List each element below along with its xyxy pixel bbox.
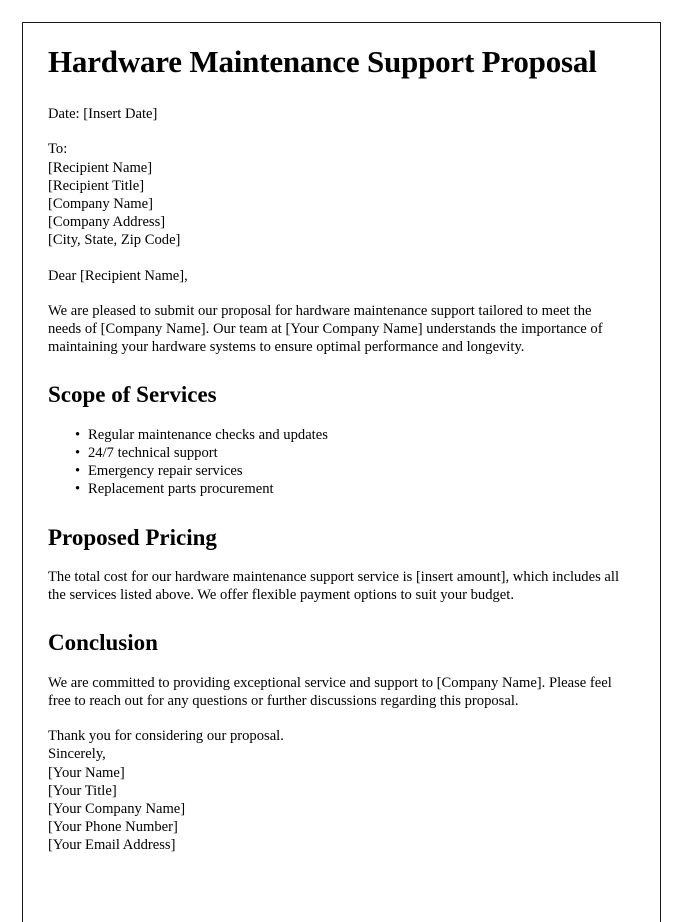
list-item-label: 24/7 technical support (88, 444, 218, 461)
signature-line: [Your Email Address] (48, 837, 176, 854)
signature-line: [Your Title] (48, 782, 117, 799)
list-item: • Emergency repair services (75, 462, 644, 480)
list-item-label: Emergency repair services (88, 463, 243, 480)
scope-service-list: • Regular maintenance checks and updates … (48, 426, 644, 499)
recipient-label: To: (48, 141, 68, 158)
recipient-line: [Recipient Title] (48, 177, 145, 194)
recipient-line: [Company Address] (48, 214, 166, 231)
document-body: Hardware Maintenance Support Proposal Da… (23, 23, 660, 855)
signature-line: [Your Company Name] (48, 801, 186, 818)
salutation: Dear [Recipient Name], (48, 267, 188, 284)
recipient-line: [City, State, Zip Code] (48, 232, 181, 249)
recipient-block: To: [Recipient Name] [Recipient Title] [… (48, 140, 644, 249)
list-item-label: Replacement parts procurement (88, 481, 274, 498)
bullet-icon: • (75, 444, 81, 461)
page-title: Hardware Maintenance Support Proposal (48, 44, 597, 79)
date-line: Date: [Insert Date] (48, 106, 158, 123)
bullet-icon: • (75, 463, 81, 480)
conclusion-paragraph: We are committed to providing exceptiona… (48, 674, 612, 710)
section-heading-pricing: Proposed Pricing (48, 524, 217, 550)
list-item-label: Regular maintenance checks and updates (88, 426, 328, 443)
bullet-icon: • (75, 481, 81, 498)
section-heading-scope: Scope of Services (48, 382, 217, 408)
signature-line: [Your Phone Number] (48, 819, 178, 836)
recipient-line: [Company Name] (48, 195, 153, 212)
sign-off-line: Sincerely, (48, 746, 106, 763)
intro-paragraph: We are pleased to submit our proposal fo… (48, 302, 603, 356)
closing-block: Thank you for considering our proposal. … (48, 727, 644, 854)
document-page: Hardware Maintenance Support Proposal Da… (22, 22, 661, 922)
list-item: • 24/7 technical support (75, 444, 644, 462)
signature-line: [Your Name] (48, 764, 125, 781)
bullet-icon: • (75, 426, 81, 443)
list-item: • Replacement parts procurement (75, 480, 644, 498)
thank-you-line: Thank you for considering our proposal. (48, 728, 284, 745)
section-heading-conclusion: Conclusion (48, 630, 158, 656)
recipient-line: [Recipient Name] (48, 159, 153, 176)
pricing-paragraph: The total cost for our hardware maintena… (48, 569, 619, 604)
list-item: • Regular maintenance checks and updates (75, 426, 644, 444)
